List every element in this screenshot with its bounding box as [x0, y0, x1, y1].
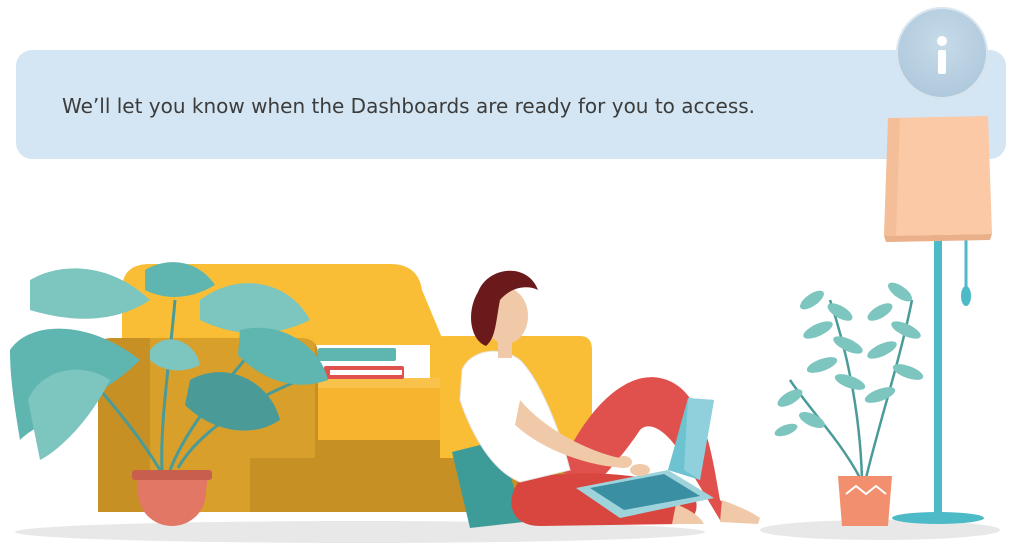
right-plant [774, 282, 924, 526]
woman-with-laptop [452, 270, 760, 528]
illustration-scene [10, 116, 1000, 543]
info-icon [937, 36, 947, 74]
floor-lamp [884, 116, 992, 524]
info-badge [896, 7, 988, 99]
